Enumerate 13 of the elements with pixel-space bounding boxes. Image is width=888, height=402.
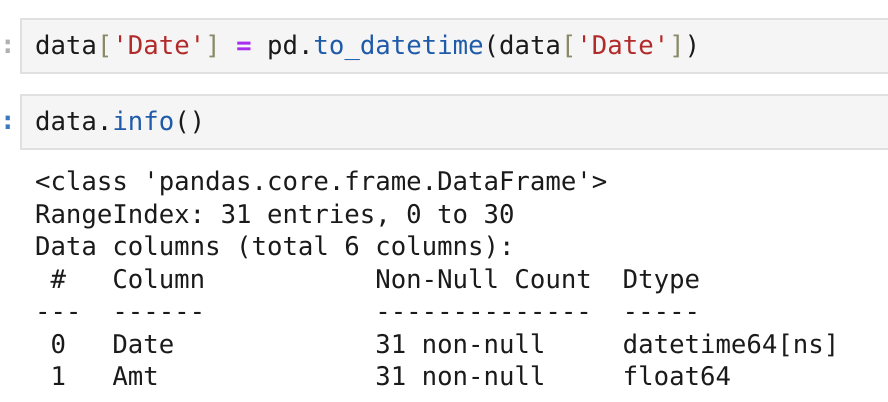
prompt-label: : — [0, 109, 16, 135]
code-line: data.info() — [35, 107, 206, 137]
output-line: <class 'pandas.core.frame.DataFrame'> — [35, 166, 608, 198]
output-line: Data columns (total 6 columns): — [35, 231, 514, 264]
output-line: 1 Amt 31 non-null float64 — [49, 361, 731, 394]
output-line: --- ------ -------------- ----- — [35, 296, 700, 328]
code-input-field[interactable]: data['Date'] = pd.to_datetime(data['Date']) — [20, 18, 888, 74]
output-line: RangeIndex: 31 entries, 0 to 30 — [35, 198, 514, 231]
output-line: 0 Date 31 non-null datetime64[ns] — [49, 328, 840, 361]
output-line: # Column Non-Null Count Dtype — [49, 264, 700, 296]
code-input-field[interactable]: data.info() — [20, 94, 888, 150]
code-line: data['Date'] = pd.to_datetime(data['Date']) — [35, 31, 700, 61]
prompt-label: : — [0, 33, 16, 59]
